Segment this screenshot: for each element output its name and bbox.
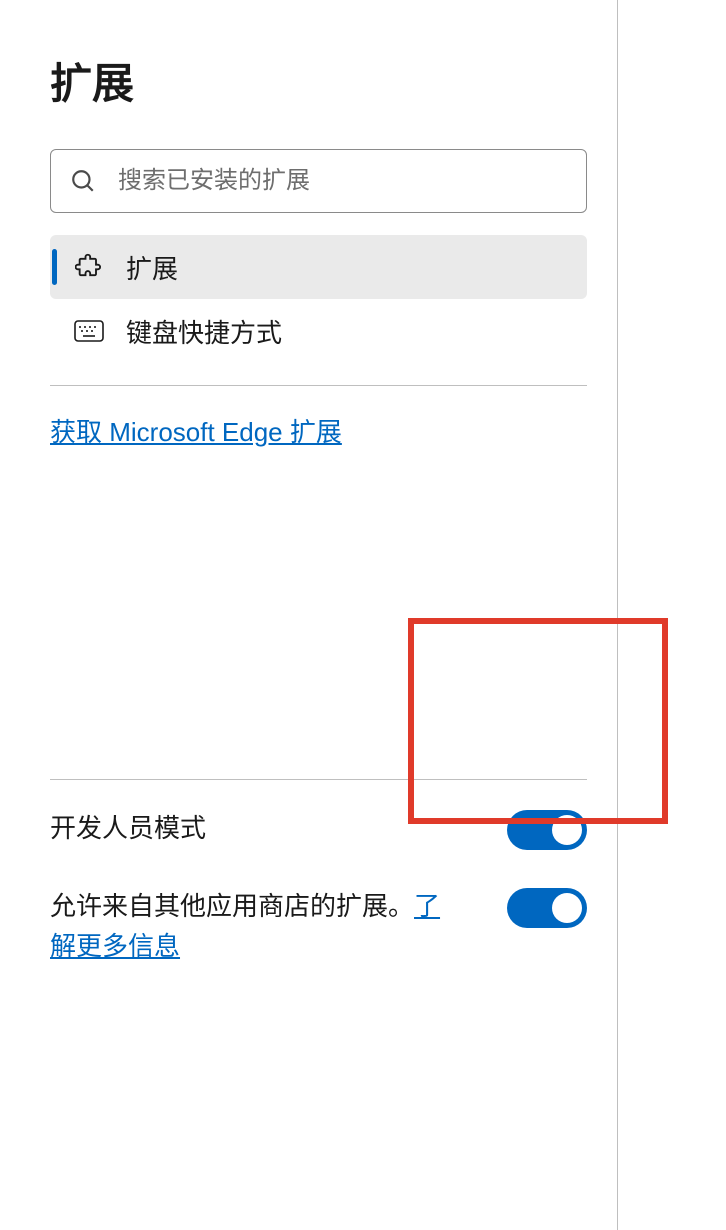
other-stores-text: 允许来自其他应用商店的扩展。 xyxy=(50,891,414,921)
setting-developer-mode: 开发人员模式 xyxy=(50,808,587,850)
nav-label-extensions: 扩展 xyxy=(126,249,178,286)
other-stores-toggle[interactable] xyxy=(507,888,587,928)
other-stores-label: 允许来自其他应用商店的扩展。了解更多信息 xyxy=(50,886,450,967)
nav-label-keyboard-shortcuts: 键盘快捷方式 xyxy=(126,313,282,350)
nav-item-keyboard-shortcuts[interactable]: 键盘快捷方式 xyxy=(50,299,587,363)
developer-mode-toggle[interactable] xyxy=(507,810,587,850)
developer-mode-label: 开发人员模式 xyxy=(50,808,206,848)
get-edge-extensions-link[interactable]: 获取 Microsoft Edge 扩展 xyxy=(50,412,342,449)
divider xyxy=(50,779,587,780)
page-title: 扩展 xyxy=(50,50,587,111)
extensions-panel: 扩展 扩展 xyxy=(0,0,618,1230)
divider xyxy=(50,385,587,386)
nav-item-extensions[interactable]: 扩展 xyxy=(50,235,587,299)
puzzle-icon xyxy=(74,253,104,281)
keyboard-icon xyxy=(74,320,104,342)
setting-other-stores: 允许来自其他应用商店的扩展。了解更多信息 xyxy=(50,886,587,967)
search-input[interactable] xyxy=(118,167,568,195)
search-box[interactable] xyxy=(50,149,587,213)
search-icon xyxy=(69,168,96,194)
nav-list: 扩展 键盘快捷方式 xyxy=(50,235,587,363)
